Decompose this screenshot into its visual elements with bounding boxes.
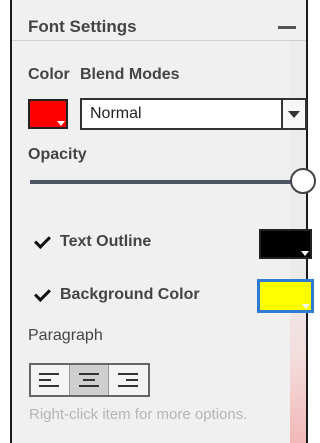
font-settings-panel: Font Settings Color Blend Modes Normal O… [10, 0, 316, 443]
opacity-label: Opacity [28, 146, 87, 163]
paragraph-label: Paragraph [28, 327, 103, 344]
paragraph-alignment-group [29, 363, 150, 397]
right-click-hint: Right-click item for more options. [29, 406, 248, 423]
text-outline-checkbox[interactable] [34, 232, 52, 250]
align-right-icon [117, 372, 139, 388]
align-center-button[interactable] [70, 365, 109, 395]
align-center-icon [78, 372, 100, 388]
align-left-icon [39, 372, 61, 388]
background-color-label: Background Color [60, 286, 200, 303]
align-right-button[interactable] [109, 365, 148, 395]
swatch-dropdown-icon [301, 251, 309, 256]
chevron-down-icon[interactable] [281, 100, 305, 128]
blend-modes-label: Blend Modes [80, 66, 180, 83]
text-color-swatch[interactable] [28, 99, 68, 129]
swatch-dropdown-icon [302, 304, 310, 309]
blend-mode-select[interactable]: Normal [80, 98, 307, 130]
text-outline-label: Text Outline [60, 233, 152, 250]
align-left-button[interactable] [31, 365, 70, 395]
text-outline-color-swatch[interactable] [259, 229, 312, 259]
opacity-slider-track[interactable] [30, 180, 292, 184]
minus-icon[interactable] [278, 26, 296, 29]
background-color-swatch[interactable] [257, 279, 314, 313]
panel-title: Font Settings [28, 17, 137, 36]
opacity-slider-thumb[interactable] [290, 168, 316, 194]
panel-header: Font Settings [12, 0, 306, 41]
swatch-dropdown-icon [57, 121, 65, 126]
blend-mode-value: Normal [90, 105, 142, 122]
color-label: Color [28, 66, 70, 83]
background-color-checkbox[interactable] [34, 285, 52, 303]
